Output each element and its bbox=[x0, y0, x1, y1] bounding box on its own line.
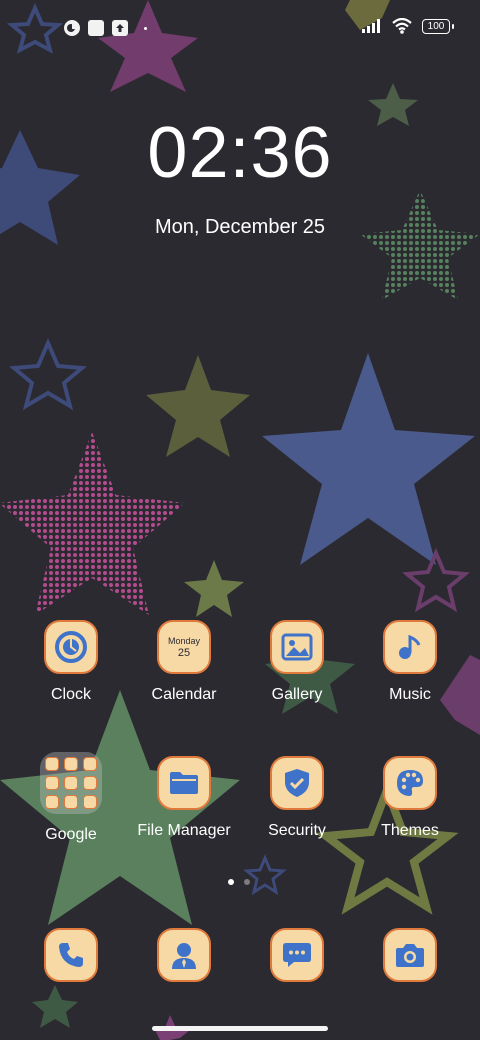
gallery-icon bbox=[270, 620, 324, 674]
app-label: Gallery bbox=[271, 686, 323, 703]
star-shape bbox=[243, 854, 287, 896]
folder-icon bbox=[40, 752, 102, 814]
lock-clock[interactable]: 02:36 bbox=[0, 112, 480, 194]
camera-icon bbox=[383, 928, 437, 982]
notification-dot bbox=[144, 26, 147, 30]
calendar-icon: Monday 25 bbox=[157, 620, 211, 674]
calendar-day: 25 bbox=[177, 647, 191, 659]
dock-camera[interactable] bbox=[350, 928, 470, 982]
contacts-icon bbox=[157, 928, 211, 982]
app-clock[interactable]: Clock bbox=[11, 620, 131, 704]
app-security[interactable]: Security bbox=[237, 756, 357, 840]
app-gallery[interactable]: Gallery bbox=[237, 620, 357, 704]
mini-app-icon bbox=[45, 757, 59, 771]
page-dot[interactable] bbox=[244, 879, 250, 885]
square-icon bbox=[88, 20, 104, 36]
page-dot-active[interactable] bbox=[228, 879, 234, 885]
mini-app-icon bbox=[64, 757, 78, 771]
battery-icon: 100 bbox=[422, 18, 454, 34]
messages-icon bbox=[270, 928, 324, 982]
app-label: File Manager bbox=[137, 822, 231, 839]
mini-app-icon bbox=[45, 795, 59, 809]
status-left bbox=[64, 20, 147, 36]
app-music[interactable]: Music bbox=[350, 620, 470, 704]
music-icon bbox=[383, 620, 437, 674]
mini-app-icon bbox=[64, 776, 78, 790]
wifi-icon bbox=[392, 18, 412, 34]
lock-date[interactable]: Mon, December 25 bbox=[0, 216, 480, 239]
star-shape bbox=[360, 190, 480, 300]
app-file-manager[interactable]: File Manager bbox=[124, 756, 244, 840]
star-shape bbox=[262, 353, 475, 565]
status-bar: 100 bbox=[0, 0, 480, 56]
star-shape bbox=[401, 547, 471, 613]
dock-messages[interactable] bbox=[237, 928, 357, 982]
app-label: Music bbox=[389, 686, 431, 703]
star-shape bbox=[184, 560, 244, 617]
shield-icon bbox=[270, 756, 324, 810]
app-label: Clock bbox=[50, 686, 91, 703]
home-indicator[interactable] bbox=[152, 1026, 328, 1031]
upload-icon bbox=[112, 20, 128, 36]
app-folder-google[interactable]: Google bbox=[11, 752, 131, 844]
app-label: Google bbox=[45, 826, 97, 843]
phone-icon bbox=[44, 928, 98, 982]
cast-icon bbox=[64, 20, 80, 36]
mini-app-icon bbox=[45, 776, 59, 790]
mini-app-icon bbox=[64, 795, 78, 809]
dock-contacts[interactable] bbox=[124, 928, 244, 982]
dock-phone[interactable] bbox=[11, 928, 131, 982]
page-indicator[interactable] bbox=[228, 879, 250, 885]
app-label: Themes bbox=[381, 822, 439, 839]
mini-app-icon bbox=[83, 776, 97, 790]
app-label: Calendar bbox=[151, 686, 217, 703]
palette-icon bbox=[383, 756, 437, 810]
folder-icon bbox=[157, 756, 211, 810]
star-shape bbox=[8, 337, 88, 411]
mini-app-icon bbox=[83, 757, 97, 771]
clock-icon bbox=[44, 620, 98, 674]
star-shape bbox=[146, 355, 250, 457]
app-calendar[interactable]: Monday 25 Calendar bbox=[124, 620, 244, 704]
star-shape bbox=[0, 432, 185, 615]
status-right: 100 bbox=[362, 18, 454, 34]
star-shape bbox=[32, 985, 78, 1028]
calendar-weekday: Monday bbox=[167, 636, 201, 646]
app-themes[interactable]: Themes bbox=[350, 756, 470, 840]
mini-app-icon bbox=[83, 795, 97, 809]
app-label: Security bbox=[268, 822, 326, 839]
signal-icon bbox=[362, 19, 380, 33]
